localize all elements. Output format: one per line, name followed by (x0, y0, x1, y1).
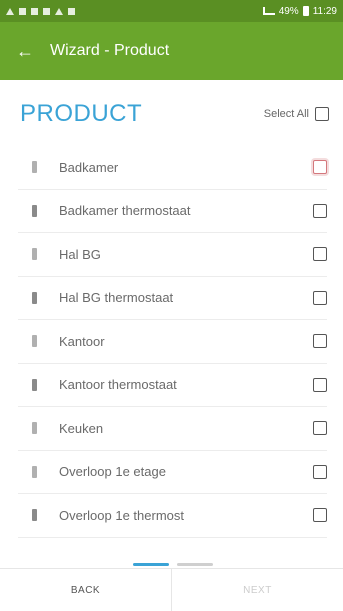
list-item[interactable]: Kantoor (18, 320, 327, 364)
list-item-label: Overloop 1e thermost (59, 507, 185, 523)
page-indicator-active (133, 563, 169, 566)
page-indicator (133, 563, 213, 567)
status-bar: 49% 11:29 (0, 0, 343, 22)
thermostat-icon (32, 509, 37, 522)
clock: 11:29 (312, 5, 337, 17)
back-button[interactable]: BACK (0, 569, 172, 611)
battery-percent: 49% (278, 5, 299, 17)
device-icon (32, 248, 37, 261)
heading-row: PRODUCT Select All (0, 92, 343, 136)
thermostat-icon (32, 291, 37, 304)
list-item-label: Badkamer thermostaat (59, 203, 191, 219)
list-item-checkbox[interactable] (313, 247, 327, 262)
list-item[interactable]: Keuken (18, 407, 327, 451)
device-icon (32, 465, 37, 478)
list-item-label: Kantoor (59, 333, 105, 349)
select-all-checkbox[interactable] (315, 107, 329, 121)
device-icon (32, 422, 37, 435)
thermostat-icon (32, 378, 37, 391)
list-item-checkbox[interactable] (313, 334, 327, 349)
page-indicator-inactive (177, 563, 213, 566)
signal-icon (262, 7, 275, 15)
list-item-checkbox[interactable] (313, 203, 327, 218)
app-title: Wizard - Product (50, 42, 170, 59)
list-item-label: Hal BG (59, 246, 101, 262)
list-item[interactable]: Overloop 1e thermost (18, 494, 327, 538)
list-item-checkbox[interactable] (313, 508, 327, 523)
list-item-label: Hal BG thermostaat (59, 290, 174, 306)
alert-icon (55, 7, 63, 15)
list-item-checkbox[interactable] (313, 377, 327, 392)
arrow-left-icon[interactable]: ← (0, 22, 50, 80)
page-title: PRODUCT (20, 100, 143, 127)
list-item-checkbox[interactable] (313, 290, 327, 305)
list-item[interactable]: Hal BG (18, 233, 327, 277)
list-item-checkbox[interactable] (313, 464, 327, 479)
list-item-label: Overloop 1e etage (59, 464, 166, 480)
notification-icons (6, 7, 75, 15)
list-item[interactable]: Badkamer (18, 146, 327, 190)
message-icon (31, 7, 38, 15)
next-button[interactable]: NEXT (172, 569, 343, 611)
footer: BACK NEXT (0, 568, 343, 611)
list-item-label: Keuken (59, 420, 104, 436)
list-item-checkbox[interactable] (313, 421, 327, 436)
list-item[interactable]: Badkamer thermostaat (18, 190, 327, 233)
image-icon (43, 7, 50, 15)
list-item[interactable]: Kantoor thermostaat (18, 364, 327, 407)
device-icon (32, 335, 37, 348)
system-icons: 49% 11:29 (262, 5, 337, 17)
list-item-label: Kantoor thermostaat (59, 377, 177, 393)
battery-icon (302, 6, 309, 16)
warning-icon (6, 7, 14, 15)
mail-icon (68, 7, 75, 15)
thermostat-icon (32, 204, 37, 217)
select-all[interactable]: Select All (264, 107, 329, 121)
notification-icon (19, 7, 26, 15)
list-item[interactable]: Overloop 1e etage (18, 451, 327, 494)
select-all-label: Select All (263, 108, 309, 120)
app-bar: ← Wizard - Product (0, 22, 343, 80)
device-icon (32, 161, 37, 174)
product-list: Badkamer Badkamer thermostaat Hal BG Hal BG… (0, 146, 343, 538)
list-item-checkbox[interactable] (313, 160, 327, 175)
list-item-label: Badkamer (59, 159, 119, 175)
list-item[interactable]: Hal BG thermostaat (18, 277, 327, 320)
